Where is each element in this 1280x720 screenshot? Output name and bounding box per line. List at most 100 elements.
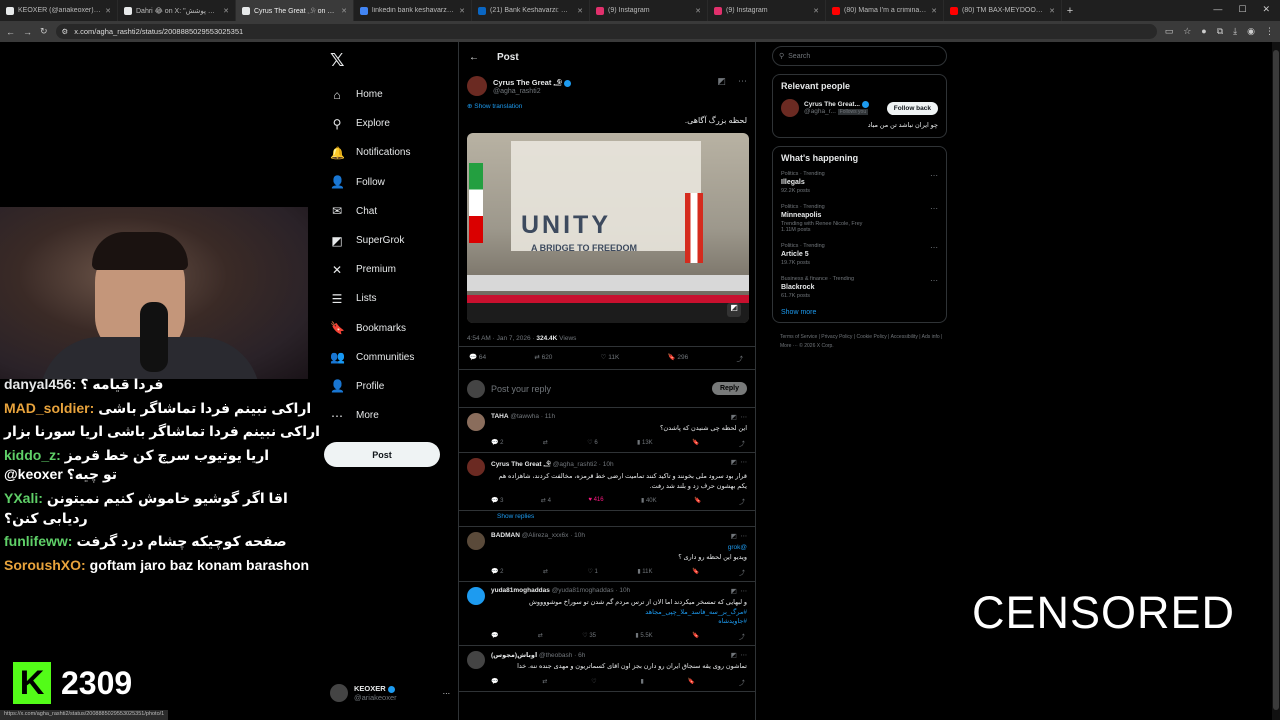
reply-action[interactable]: 💬 [491, 678, 498, 687]
reply-author[interactable]: اوباش(مجوس) [491, 652, 537, 659]
reply-avatar[interactable] [467, 532, 485, 551]
author-handle[interactable]: @agha_rashti2 [493, 88, 711, 95]
trend-item[interactable]: Politics · Trending Article 5 19.7K posts ⋯ [781, 243, 938, 266]
bookmark-icon[interactable]: 🔖 [692, 439, 699, 448]
maximize-icon[interactable]: ☐ [1238, 4, 1246, 15]
grok-icon[interactable]: ◩ [717, 76, 726, 96]
show-replies-link[interactable]: Show replies [459, 511, 755, 528]
tab-close-icon[interactable]: ✕ [223, 7, 229, 15]
site-info-icon[interactable]: ⚙ [62, 27, 69, 36]
tab-close-icon[interactable]: ✕ [341, 7, 347, 15]
browser-tab[interactable]: (21) Bank Keshavarzi: Overview ✕ [472, 0, 590, 21]
reply-button[interactable]: Reply [711, 382, 747, 395]
show-more-link[interactable]: Show more [781, 309, 938, 316]
download-icon[interactable]: ⤓ [1233, 26, 1237, 37]
repost-action[interactable]: ⇄ [543, 439, 548, 448]
reply-more-icon[interactable]: ⋯ [741, 533, 748, 540]
reply-tweet[interactable]: Cyrus The Great 𓄂 @agha_rashti2 · 10h ◩ ⋯… [459, 453, 755, 512]
reply-action[interactable]: 💬 3 [491, 497, 503, 506]
repost-action[interactable]: ⇄ [542, 678, 547, 687]
tab-close-icon[interactable]: ✕ [695, 7, 701, 15]
reply-tweet[interactable]: BADMAN @Alireza_xxx6x · 10h ◩ ⋯ @grok ویدیو… [459, 527, 755, 583]
reply-avatar[interactable] [467, 413, 485, 431]
like-action[interactable]: ♡ 1 [587, 568, 597, 577]
account-switcher[interactable]: KEOXER @ariakeoxer ⋯ [330, 684, 450, 702]
footer-links[interactable]: Terms of Service | Privacy Policy | Cook… [772, 333, 947, 351]
nav-item-communities[interactable]: 👥 Communities [322, 343, 447, 372]
reply-tweet[interactable]: TAHA @tawwha · 11h ◩ ⋯ این لحظه چی شنیدن ک… [459, 408, 755, 454]
tab-close-icon[interactable]: ✕ [577, 7, 583, 15]
browser-tab[interactable]: linkedin bank keshavarzi - Goo ✕ [354, 0, 472, 21]
reply-avatar[interactable] [467, 587, 485, 606]
scrollbar-thumb[interactable] [1273, 50, 1279, 710]
nav-item-supergrok[interactable]: ◩ SuperGrok [322, 226, 447, 255]
nav-item-premium[interactable]: ✕ Premium [322, 255, 447, 284]
profile-icon[interactable]: ◉ [1247, 26, 1255, 37]
minimize-icon[interactable]: — [1213, 4, 1222, 15]
chat-username[interactable]: YXali: [4, 490, 43, 506]
trend-item[interactable]: Business & finance · Trending Blackrock 61… [781, 276, 938, 299]
reply-action[interactable]: 💬 64 [469, 353, 486, 363]
repost-action[interactable]: ⇄ [543, 568, 548, 577]
reply-avatar[interactable] [467, 458, 485, 477]
like-action[interactable]: ♡ 35 [582, 632, 596, 641]
reply-more-icon[interactable]: ⋯ [741, 414, 748, 421]
reply-author[interactable]: yuda81moghaddas [491, 587, 550, 594]
reply-more-icon[interactable]: ⋯ [741, 588, 748, 595]
reply-author[interactable]: TAHA [491, 413, 509, 420]
reply-input[interactable]: Post your reply [491, 384, 706, 394]
x-logo-icon[interactable]: 𝕏 [330, 50, 447, 70]
author-name[interactable]: Cyrus The Great 𓄂 [493, 78, 562, 87]
reply-action[interactable]: 💬 [491, 632, 498, 641]
grok-icon[interactable]: ◩ [731, 588, 737, 595]
browser-tab[interactable]: KEOXER (@ariakeoxer) / X ✕ [0, 0, 118, 21]
repost-action[interactable]: ⇄ 620 [534, 353, 552, 363]
share-icon[interactable]: ⤴ [739, 678, 745, 687]
chat-username[interactable]: funlifeww: [4, 533, 72, 549]
trend-more-icon[interactable]: ⋯ [930, 243, 938, 266]
grok-media-icon[interactable]: ◩ [727, 303, 741, 317]
reply-more-icon[interactable]: ⋯ [741, 459, 748, 466]
reply-tweet[interactable]: اوباش(مجوس) @theobash · 6h ◩ ⋯ تماشون روی … [459, 646, 755, 692]
new-tab-button[interactable]: + [1062, 5, 1078, 17]
grok-icon[interactable]: ◩ [731, 414, 737, 421]
nav-item-lists[interactable]: ☰ Lists [322, 284, 447, 313]
like-action[interactable]: ♡ [591, 678, 596, 687]
follow-back-button[interactable]: Follow back [886, 101, 938, 115]
views-action[interactable]: ▮ 11K [637, 568, 652, 577]
nav-item-home[interactable]: ⌂ Home [322, 80, 447, 109]
trend-item[interactable]: Politics · Trending Illegals 92.2K posts ⋯ [781, 171, 938, 194]
browser-tab[interactable]: (9) Instagram ✕ [590, 0, 708, 21]
page-scrollbar[interactable] [1272, 42, 1280, 720]
chat-username[interactable]: danyal456: [4, 376, 76, 392]
grok-icon[interactable]: ◩ [731, 533, 737, 540]
views-action[interactable]: ▮ 5.5K [635, 632, 652, 641]
nav-item-profile[interactable]: 👤 Profile [322, 372, 447, 401]
browser-tab[interactable]: (80) Mama I'm a criminal [Offi ✕ [826, 0, 944, 21]
post-time[interactable]: 4:54 AM · Jan 7, 2026 · [467, 335, 535, 342]
more-icon[interactable]: ⋯ [443, 689, 451, 698]
tab-close-icon[interactable]: ✕ [459, 7, 465, 15]
repost-action[interactable]: ⇄ 4 [541, 497, 551, 506]
nav-item-explore[interactable]: ⚲ Explore [322, 109, 447, 138]
trend-item[interactable]: Politics · Trending Minneapolis Trending w… [781, 204, 938, 233]
reply-tweet[interactable]: yuda81moghaddas @yuda81moghaddas · 10h ◩ … [459, 582, 755, 647]
tab-close-icon[interactable]: ✕ [813, 7, 819, 15]
menu-icon[interactable]: ⋮ [1265, 26, 1274, 37]
reply-action[interactable]: 💬 2 [491, 439, 503, 448]
browser-tab[interactable]: Cyrus The Great 𓄂 on X: "ﺶﯾ ✕ [236, 0, 354, 21]
views-action[interactable]: ▮ 13K [637, 439, 653, 448]
browser-tab[interactable]: (80) TM BAX-MEYDOON OFFIC ✕ [944, 0, 1062, 21]
url-field[interactable]: ⚙ x.com/agha_rashti2/status/200888502955… [55, 24, 1157, 39]
post-image[interactable]: UNITY A BRIDGE TO FREEDOM ◩ [467, 133, 749, 323]
relevant-person[interactable]: Cyrus The Great... @agha_r... Follows yo… [781, 99, 938, 117]
views-action[interactable]: ▮ 40K [641, 497, 657, 506]
share-icon[interactable]: ⤴ [736, 353, 743, 363]
share-icon[interactable]: ⤴ [739, 568, 745, 577]
reply-more-icon[interactable]: ⋯ [741, 652, 748, 659]
reply-author[interactable]: Cyrus The Great 𓄂 [491, 461, 551, 468]
search-input[interactable]: ⚲ Search [772, 46, 947, 66]
cast-icon[interactable]: ▭ [1165, 26, 1174, 37]
browser-tab[interactable]: (9) Instagram ✕ [708, 0, 826, 21]
reply-action[interactable]: 💬 2 [491, 568, 503, 577]
